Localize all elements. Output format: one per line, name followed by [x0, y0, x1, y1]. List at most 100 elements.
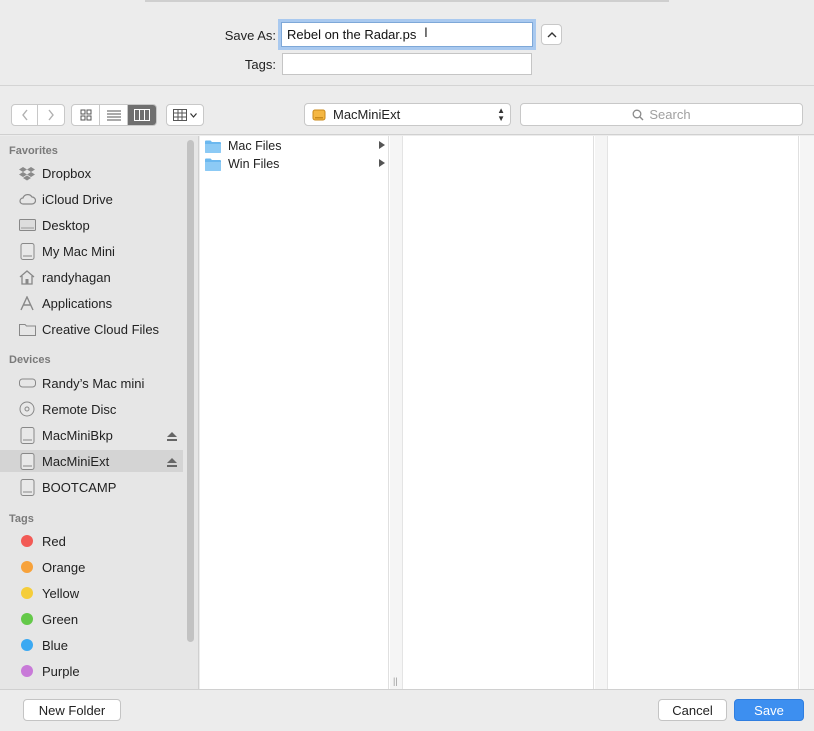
sidebar-item-tag-blue[interactable]: Blue [0, 634, 183, 656]
sidebar: Favorites Dropbox iCloud Drive Desktop M… [0, 136, 199, 689]
sidebar-item-label: Blue [42, 637, 69, 653]
sidebar-item-tag-purple[interactable]: Purple [0, 660, 183, 682]
grid-icon [80, 109, 91, 121]
external-drive-icon [312, 109, 326, 120]
sidebar-item-tag-red[interactable]: Red [0, 530, 183, 552]
sidebar-item-label: randyhagan [42, 269, 111, 285]
folder-label: Mac Files [228, 139, 282, 153]
drive-icon [18, 426, 36, 444]
sidebar-item-label: Dropbox [42, 165, 92, 181]
chevron-left-icon [21, 109, 28, 121]
arrange-grid-icon [173, 109, 187, 121]
columns-icon [134, 109, 150, 121]
favorites-heading: Favorites [9, 145, 58, 157]
folder-icon [18, 320, 36, 338]
column-view-button[interactable] [128, 105, 156, 125]
list-view-button[interactable] [100, 105, 128, 125]
collapse-dialog-button[interactable] [541, 24, 562, 45]
sidebar-item-randys-mac-mini[interactable]: Randy’s Mac mini [0, 372, 183, 394]
disclosure-arrow-icon [379, 159, 385, 167]
folder-row-mac-files[interactable]: Mac Files [200, 137, 389, 155]
arrange-menu-button[interactable] [166, 104, 204, 126]
sidebar-item-creative-cloud-files[interactable]: Creative Cloud Files [0, 318, 183, 340]
tag-color-dot [18, 662, 36, 680]
location-popup[interactable]: MacMiniExt ▲ ▼ [304, 103, 511, 126]
tags-field[interactable] [282, 53, 532, 75]
list-icon [106, 110, 121, 120]
browser-column-3 [609, 136, 799, 689]
sidebar-item-label: Applications [42, 295, 113, 311]
sidebar-item-label: Red [42, 533, 66, 549]
location-label: MacMiniExt [333, 107, 401, 122]
sidebar-item-tag-orange[interactable]: Orange [0, 556, 183, 578]
tag-color-dot [18, 558, 36, 576]
dropbox-icon [18, 164, 36, 182]
updown-arrows-icon: ▲ ▼ [497, 106, 505, 123]
sheet-top-edge [145, 0, 669, 2]
disclosure-arrow-icon [379, 141, 385, 149]
folder-icon [205, 140, 221, 153]
save-as-field[interactable] [281, 22, 533, 47]
sidebar-item-label: My Mac Mini [42, 243, 115, 259]
browser-column-2 [404, 136, 594, 689]
sidebar-item-tag-yellow[interactable]: Yellow [0, 582, 183, 604]
icon-view-button[interactable] [72, 105, 100, 125]
sidebar-item-my-mac-mini[interactable]: My Mac Mini [0, 240, 183, 262]
sidebar-item-label: Purple [42, 663, 80, 679]
sidebar-item-label: MacMiniExt [42, 453, 110, 469]
chevron-down-icon [190, 112, 197, 118]
sidebar-item-label: Green [42, 611, 79, 627]
folder-icon [205, 158, 221, 171]
drive-icon [18, 478, 36, 496]
save-dialog-header: Save As: I Tags: [0, 0, 814, 86]
search-icon [632, 109, 644, 120]
sidebar-item-label: Randy’s Mac mini [42, 375, 145, 391]
column-divider[interactable] [595, 136, 608, 689]
desktop-icon [18, 216, 36, 234]
drive-icon [18, 242, 36, 260]
save-as-label: Save As: [224, 28, 276, 43]
search-field[interactable]: Search [520, 103, 803, 126]
cancel-button[interactable]: Cancel [658, 699, 727, 721]
save-button[interactable]: Save [734, 699, 804, 721]
sidebar-item-bootcamp[interactable]: BOOTCAMP [0, 476, 183, 498]
applications-icon [18, 294, 36, 312]
chevron-right-icon [48, 109, 54, 121]
mac-mini-icon [18, 374, 36, 392]
column-resize-handle[interactable]: || [393, 676, 398, 686]
eject-icon[interactable] [167, 455, 177, 470]
sidebar-item-dropbox[interactable]: Dropbox [0, 162, 183, 184]
disc-icon [18, 400, 36, 418]
sidebar-item-remote-disc[interactable]: Remote Disc [0, 398, 183, 420]
tag-color-dot [18, 532, 36, 550]
column-divider[interactable] [390, 136, 403, 689]
column-browser: Mac Files Win Files || [200, 136, 814, 689]
sidebar-item-macminibkp[interactable]: MacMiniBkp [0, 424, 183, 446]
sidebar-item-applications[interactable]: Applications [0, 292, 183, 314]
eject-icon[interactable] [167, 429, 177, 444]
navigation-buttons [11, 104, 65, 126]
sidebar-item-randyhagan[interactable]: randyhagan [0, 266, 183, 288]
sidebar-scrollbar[interactable] [187, 140, 194, 642]
sidebar-item-label: MacMiniBkp [42, 427, 113, 443]
devices-heading: Devices [9, 354, 51, 366]
sidebar-item-desktop[interactable]: Desktop [0, 214, 183, 236]
sidebar-item-label: Orange [42, 559, 86, 575]
folder-row-win-files[interactable]: Win Files [200, 155, 389, 173]
sidebar-item-icloud-drive[interactable]: iCloud Drive [0, 188, 183, 210]
cloud-icon [18, 190, 36, 208]
sidebar-item-label: BOOTCAMP [42, 479, 117, 495]
chevron-up-icon [547, 32, 556, 38]
new-folder-button[interactable]: New Folder [23, 699, 121, 721]
sidebar-item-label: iCloud Drive [42, 191, 113, 207]
tags-label: Tags: [244, 57, 276, 72]
sidebar-item-macminiext[interactable]: MacMiniExt [0, 450, 183, 472]
view-mode-buttons [71, 104, 157, 126]
folder-label: Win Files [228, 157, 280, 171]
sidebar-item-tag-green[interactable]: Green [0, 608, 183, 630]
back-button[interactable] [12, 105, 38, 125]
sidebar-item-label: Yellow [42, 585, 80, 601]
forward-button[interactable] [38, 105, 64, 125]
home-icon [18, 268, 36, 286]
column-divider[interactable] [800, 136, 814, 689]
